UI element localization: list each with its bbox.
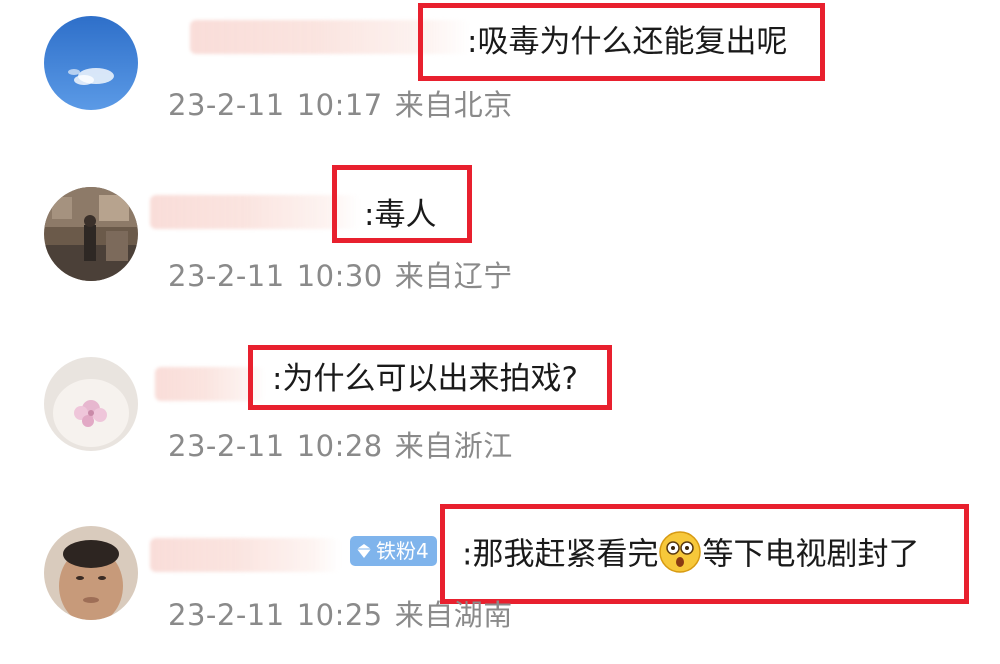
fan-badge-label: 铁粉4 xyxy=(376,539,429,563)
avatar[interactable] xyxy=(44,16,138,110)
comment-meta: 23-2-11 10:30 来自辽宁 xyxy=(168,253,513,295)
comment-date: 23-2-11 xyxy=(168,259,285,293)
comment-text: :为什么可以出来拍戏? xyxy=(272,361,578,397)
diamond-icon xyxy=(357,544,371,558)
comment-item: :毒人 23-2-11 10:30 来自辽宁 xyxy=(0,165,1000,295)
avatar[interactable] xyxy=(44,187,138,281)
comment-date: 23-2-11 xyxy=(168,598,285,632)
comment-text: :毒人 xyxy=(364,197,437,233)
username-blurred[interactable] xyxy=(150,538,340,572)
shocked-face-icon xyxy=(658,530,702,574)
comment-location: 来自浙江 xyxy=(394,429,513,463)
comment-time: 10:30 xyxy=(296,259,383,293)
comment-item: :为什么可以出来拍戏? 23-2-11 10:28 来自浙江 xyxy=(0,345,1000,475)
comment-location: 来自北京 xyxy=(394,88,513,122)
avatar[interactable] xyxy=(44,526,138,620)
comment-item: 铁粉4 :那我赶紧看完 等下电视剧封了 23-2-11 10:25 来自湖南 xyxy=(0,500,1000,664)
avatar[interactable] xyxy=(44,357,138,451)
comment-time: 10:17 xyxy=(296,88,383,122)
comment-date: 23-2-11 xyxy=(168,88,285,122)
comment-location: 来自湖南 xyxy=(394,598,513,632)
fan-badge[interactable]: 铁粉4 xyxy=(350,536,437,566)
comment-time: 10:25 xyxy=(296,598,383,632)
comment-list: :吸毒为什么还能复出呢 23-2-11 10:17 来自北京 :毒人 23-2-11… xyxy=(0,0,1000,664)
comment-date: 23-2-11 xyxy=(168,429,285,463)
comment-meta: 23-2-11 10:17 来自北京 xyxy=(168,82,513,124)
comment-item: :吸毒为什么还能复出呢 23-2-11 10:17 来自北京 xyxy=(0,0,1000,130)
comment-meta: 23-2-11 10:25 来自湖南 xyxy=(168,592,513,634)
comment-text: :那我赶紧看完 等下电视剧封了 xyxy=(462,531,920,578)
comment-text-part: :那我赶紧看完 xyxy=(462,536,659,573)
comment-text-part: 等下电视剧封了 xyxy=(702,536,920,573)
username-blurred[interactable] xyxy=(150,195,360,229)
comment-time: 10:28 xyxy=(296,429,383,463)
comment-text: :吸毒为什么还能复出呢 xyxy=(467,24,788,60)
comment-location: 来自辽宁 xyxy=(394,259,513,293)
comment-meta: 23-2-11 10:28 来自浙江 xyxy=(168,423,513,465)
